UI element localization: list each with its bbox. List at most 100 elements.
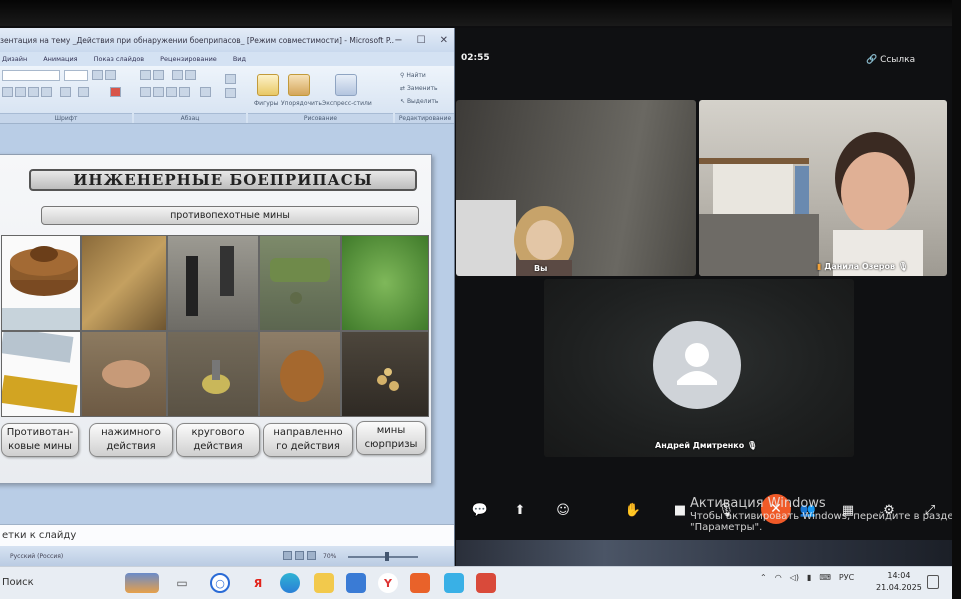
ppt-ribbon: Фигуры Упорядочить Экспресс-стили ⚲ Найт…	[0, 66, 454, 124]
align-center-icon[interactable]	[153, 87, 164, 97]
tab-design[interactable]: Дизайн	[2, 55, 27, 63]
language-indicator[interactable]: РУС	[839, 573, 854, 582]
grow-font-icon[interactable]	[92, 70, 103, 80]
raise-hand-icon[interactable]: ✋	[621, 498, 645, 522]
tab-animation[interactable]: Анимация	[43, 55, 77, 63]
columns-icon[interactable]	[200, 87, 211, 97]
store-icon[interactable]	[444, 573, 464, 593]
arrange-icon[interactable]	[288, 74, 310, 96]
reactions-icon[interactable]: ☺	[551, 498, 575, 522]
underline-icon[interactable]	[28, 87, 39, 97]
monitor-edge	[952, 0, 961, 599]
yandex-icon[interactable]: Я	[248, 573, 268, 593]
person-icon	[677, 343, 717, 385]
align-right-icon[interactable]	[166, 87, 177, 97]
mail-icon[interactable]	[346, 573, 366, 593]
widgets-icon[interactable]	[125, 573, 159, 593]
bullets-icon[interactable]	[140, 70, 151, 80]
font-name-field[interactable]	[2, 70, 60, 81]
video-tile-danila[interactable]: ▮ Данила Озеров 🎙	[699, 100, 947, 276]
taskbar-search[interactable]: Поиск	[0, 572, 110, 595]
yandex-browser-icon[interactable]: Y	[378, 573, 398, 593]
powerpoint-icon[interactable]	[410, 573, 430, 593]
numbering-icon[interactable]	[153, 70, 164, 80]
select-button[interactable]: ↖ Выделить	[400, 98, 438, 105]
tile-name-andrey: Андрей Дмитренко 🎙	[655, 441, 757, 450]
link-icon: 🔗	[866, 55, 881, 65]
sorter-view-icon[interactable]	[295, 551, 304, 560]
mic-off-icon: 🎙	[895, 262, 908, 271]
zoom-slider[interactable]	[348, 556, 418, 558]
task-view-icon[interactable]: ▭	[172, 573, 192, 593]
volume-icon[interactable]: ◁)	[790, 573, 799, 582]
ppt-title-bar: зентация на тему _Действия при обнаружен…	[0, 28, 454, 52]
shapes-icon[interactable]	[257, 74, 279, 96]
camera-icon[interactable]: ■	[668, 498, 692, 522]
select-label: Выделить	[406, 98, 439, 105]
share-icon[interactable]: ⬆	[508, 498, 532, 522]
photo-stake-mine	[167, 235, 259, 331]
find-button[interactable]: ⚲ Найти	[400, 72, 426, 79]
edge-icon[interactable]	[280, 573, 300, 593]
app-icon[interactable]	[476, 573, 496, 593]
italic-icon[interactable]	[15, 87, 26, 97]
normal-view-icon[interactable]	[283, 551, 292, 560]
group-paragraph: Абзац	[134, 113, 246, 123]
slide[interactable]: ИНЖЕНЕРНЫЕ БОЕПРИПАСЫ противопехотные ми…	[0, 154, 432, 484]
photo-pressure-mine	[81, 331, 167, 417]
close-icon[interactable]: ✕	[440, 35, 448, 46]
clock[interactable]: 14:04 21.04.2025	[876, 570, 922, 594]
font-color-icon[interactable]	[110, 87, 121, 97]
justify-icon[interactable]	[179, 87, 190, 97]
mic-off-icon: 🎙	[744, 441, 758, 450]
maximize-icon[interactable]: ☐	[417, 35, 426, 46]
align-left-icon[interactable]	[140, 87, 151, 97]
browser-circle-icon[interactable]: ○	[210, 573, 230, 593]
zoom-slider-knob[interactable]	[385, 552, 389, 561]
caption-antitank: Противотан- ковые мины	[1, 423, 79, 457]
font-size-field[interactable]	[64, 70, 88, 81]
caption-circular: кругового действия	[176, 423, 260, 457]
windows-activation-watermark: Активация Windows Чтобы активировать Win…	[690, 496, 960, 533]
strikethrough-icon[interactable]	[41, 87, 52, 97]
quick-styles-icon[interactable]	[335, 74, 357, 96]
select-icon: ↖	[400, 98, 407, 105]
shrink-font-icon[interactable]	[105, 70, 116, 80]
replace-icon: ⇄	[400, 85, 407, 92]
video-tile-you[interactable]: Вы	[456, 100, 696, 276]
tab-view[interactable]: Вид	[233, 55, 246, 63]
tab-slideshow[interactable]: Показ слайдов	[94, 55, 145, 63]
decrease-indent-icon[interactable]	[172, 70, 183, 80]
battery-icon[interactable]: ▮	[807, 573, 811, 582]
zoom-level[interactable]: 70%	[323, 553, 336, 560]
explorer-icon[interactable]	[314, 573, 334, 593]
ppt-ribbon-tabs: Дизайн Анимация Показ слайдов Рецензиров…	[0, 52, 454, 66]
photo-mine-grass	[81, 235, 167, 331]
danila-video-frame	[699, 132, 923, 276]
group-drawing: Рисование	[248, 113, 393, 123]
notification-icon[interactable]	[927, 575, 939, 589]
activation-title: Активация Windows	[690, 496, 826, 511]
you-video-frame	[456, 200, 574, 276]
wifi-icon[interactable]: ◠	[775, 573, 782, 582]
search-label: Поиск	[2, 577, 34, 588]
video-tile-andrey[interactable]: Андрей Дмитренко 🎙	[544, 279, 854, 457]
minimize-icon[interactable]: −	[394, 35, 402, 46]
char-spacing-icon[interactable]	[60, 87, 71, 97]
notes-pane[interactable]: етки к слайду	[0, 524, 454, 546]
chat-icon[interactable]: 💬	[468, 498, 492, 522]
status-language[interactable]: Русский (Россия)	[10, 553, 63, 560]
bold-icon[interactable]	[2, 87, 13, 97]
change-case-icon[interactable]	[78, 87, 89, 97]
chevron-up-icon[interactable]: ⌃	[760, 573, 767, 582]
shapes-label: Фигуры	[254, 100, 279, 107]
link-button[interactable]: 🔗 Ссылка	[866, 55, 915, 65]
replace-button[interactable]: ⇄ Заменить	[400, 85, 438, 92]
increase-indent-icon[interactable]	[185, 70, 196, 80]
slideshow-view-icon[interactable]	[307, 551, 316, 560]
text-direction-icon[interactable]	[225, 74, 236, 84]
smartart-icon[interactable]	[225, 88, 236, 98]
tab-review[interactable]: Рецензирование	[160, 55, 217, 63]
quick-styles-label: Экспресс-стили	[322, 100, 372, 107]
keyboard-icon[interactable]: ⌨	[819, 573, 831, 582]
